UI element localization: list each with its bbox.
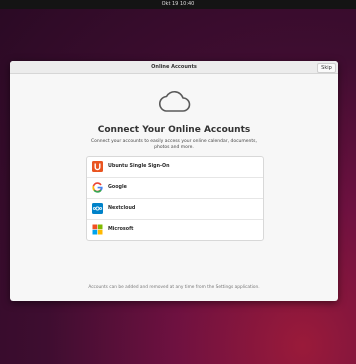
nextcloud-icon [92,203,103,214]
account-row-microsoft[interactable]: Microsoft [87,220,263,240]
window-title: Online Accounts [151,64,197,70]
page-subtitle: Connect your accounts to easily access y… [91,139,257,150]
account-label: Microsoft [108,227,134,232]
google-icon [92,182,103,193]
title-bar: Online Accounts Skip [10,61,338,74]
top-bar: Okt 19 10:40 [0,0,356,9]
clock[interactable]: Okt 19 10:40 [162,1,195,7]
cloud-icon [158,90,191,112]
account-row-ubuntu-sso[interactable]: Ubuntu Single Sign-On [87,157,263,178]
page-heading: Connect Your Online Accounts [97,125,251,135]
account-label: Google [108,185,127,190]
microsoft-icon [92,224,103,235]
account-row-google[interactable]: Google [87,178,263,199]
ubuntu-sso-icon [92,161,103,172]
account-label: Nextcloud [108,206,136,211]
account-row-nextcloud[interactable]: Nextcloud [87,199,263,220]
accounts-list: Ubuntu Single Sign-On Google Nextcloud M… [86,156,264,241]
footer-note: Accounts can be added and removed at any… [88,285,260,290]
account-label: Ubuntu Single Sign-On [108,164,170,169]
skip-button[interactable]: Skip [317,63,336,73]
online-accounts-window: Online Accounts Skip Connect Your Online… [10,61,338,301]
